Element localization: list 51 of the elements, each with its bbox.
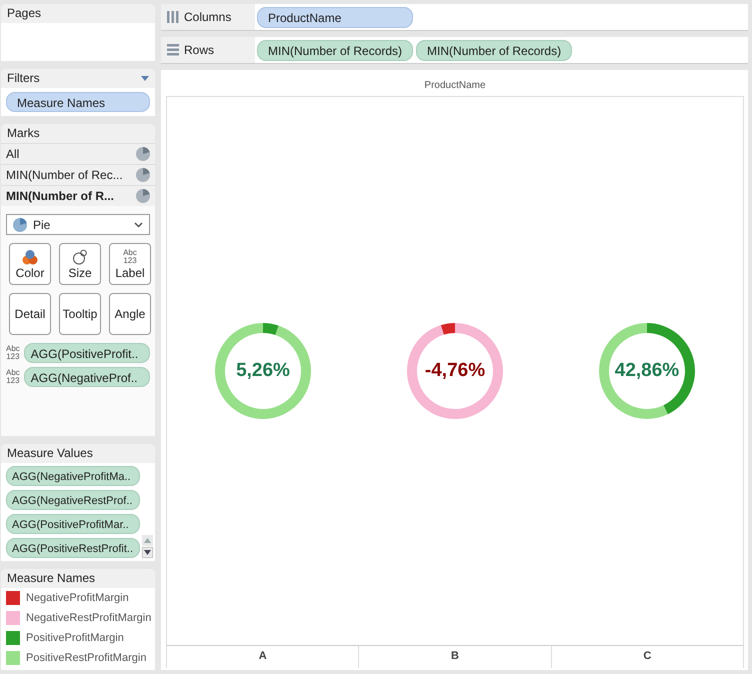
shelf-pill[interactable]: ProductName <box>257 6 413 28</box>
legend-label: PositiveRestProfitMargin <box>26 652 146 664</box>
mark-property-button[interactable]: Tooltip <box>59 293 101 335</box>
mark-property-button[interactable]: Color <box>9 243 51 285</box>
axis-label: B <box>358 646 551 668</box>
marks-layer[interactable]: All <box>1 143 155 164</box>
filter-pill[interactable]: Measure Names <box>6 92 150 112</box>
label-pill[interactable]: AGG(NegativeProf.. <box>24 367 150 387</box>
label-pill[interactable]: AGG(PositiveProfit.. <box>24 343 150 363</box>
mark-type-dropdown[interactable]: Pie <box>6 214 150 235</box>
measure-pill[interactable]: AGG(NegativeRestProf.. <box>6 490 140 510</box>
legend-label: NegativeRestProfitMargin <box>26 612 152 624</box>
panel-title: Measure Names <box>1 569 155 588</box>
scroll-down-icon[interactable] <box>142 547 153 558</box>
mark-property-button[interactable]: Abc 123 Label <box>109 243 151 285</box>
shelf-pill[interactable]: MIN(Number of Records) <box>257 40 414 60</box>
shelf-label: Columns <box>184 10 232 24</box>
panel-title: Marks <box>1 124 155 143</box>
marks-layer[interactable]: MIN(Number of Rec... <box>1 164 155 185</box>
panel-title: Pages <box>1 4 155 23</box>
percent-label: 5,26% <box>235 360 291 382</box>
panel-title: Filters <box>7 71 40 86</box>
percent-label: -4,76% <box>424 360 486 382</box>
dropdown-arrow-icon[interactable] <box>141 76 149 81</box>
pie-icon <box>136 168 150 182</box>
mark-property-button[interactable]: Angle <box>109 293 151 335</box>
percent-label: 42,86% <box>614 360 680 382</box>
legend-label: NegativeProfitMargin <box>26 592 129 604</box>
column-header: ProductName <box>423 79 487 93</box>
shelf-label: Rows <box>184 43 214 57</box>
pie-icon <box>136 189 150 203</box>
axis-label: C <box>550 646 744 668</box>
rows-icon <box>167 44 179 56</box>
legend-label: PositiveProfitMargin <box>26 632 124 644</box>
mark-property-button[interactable]: Detail <box>9 293 51 335</box>
measure-pill[interactable]: AGG(NegativeProfitMa.. <box>6 466 140 486</box>
text-type-icon: Abc 123 <box>6 369 20 385</box>
color-dots-icon <box>22 248 38 264</box>
mark-property-button[interactable]: Size <box>59 243 101 285</box>
text-type-icon: Abc 123 <box>6 345 20 361</box>
marks-layer[interactable]: MIN(Number of R... <box>1 185 155 206</box>
measure-pill[interactable]: AGG(PositiveProfitMar.. <box>6 514 140 534</box>
pie-icon <box>136 147 150 161</box>
shelf-pill[interactable]: MIN(Number of Records) <box>416 40 572 60</box>
pie-icon <box>13 218 27 232</box>
chevron-down-icon <box>134 222 143 228</box>
axis-label: A <box>166 646 358 668</box>
columns-icon <box>167 11 179 23</box>
panel-title: Measure Values <box>1 444 155 463</box>
measure-pill[interactable]: AGG(PositiveRestProfit.. <box>6 538 140 558</box>
size-circles-icon <box>72 248 88 264</box>
